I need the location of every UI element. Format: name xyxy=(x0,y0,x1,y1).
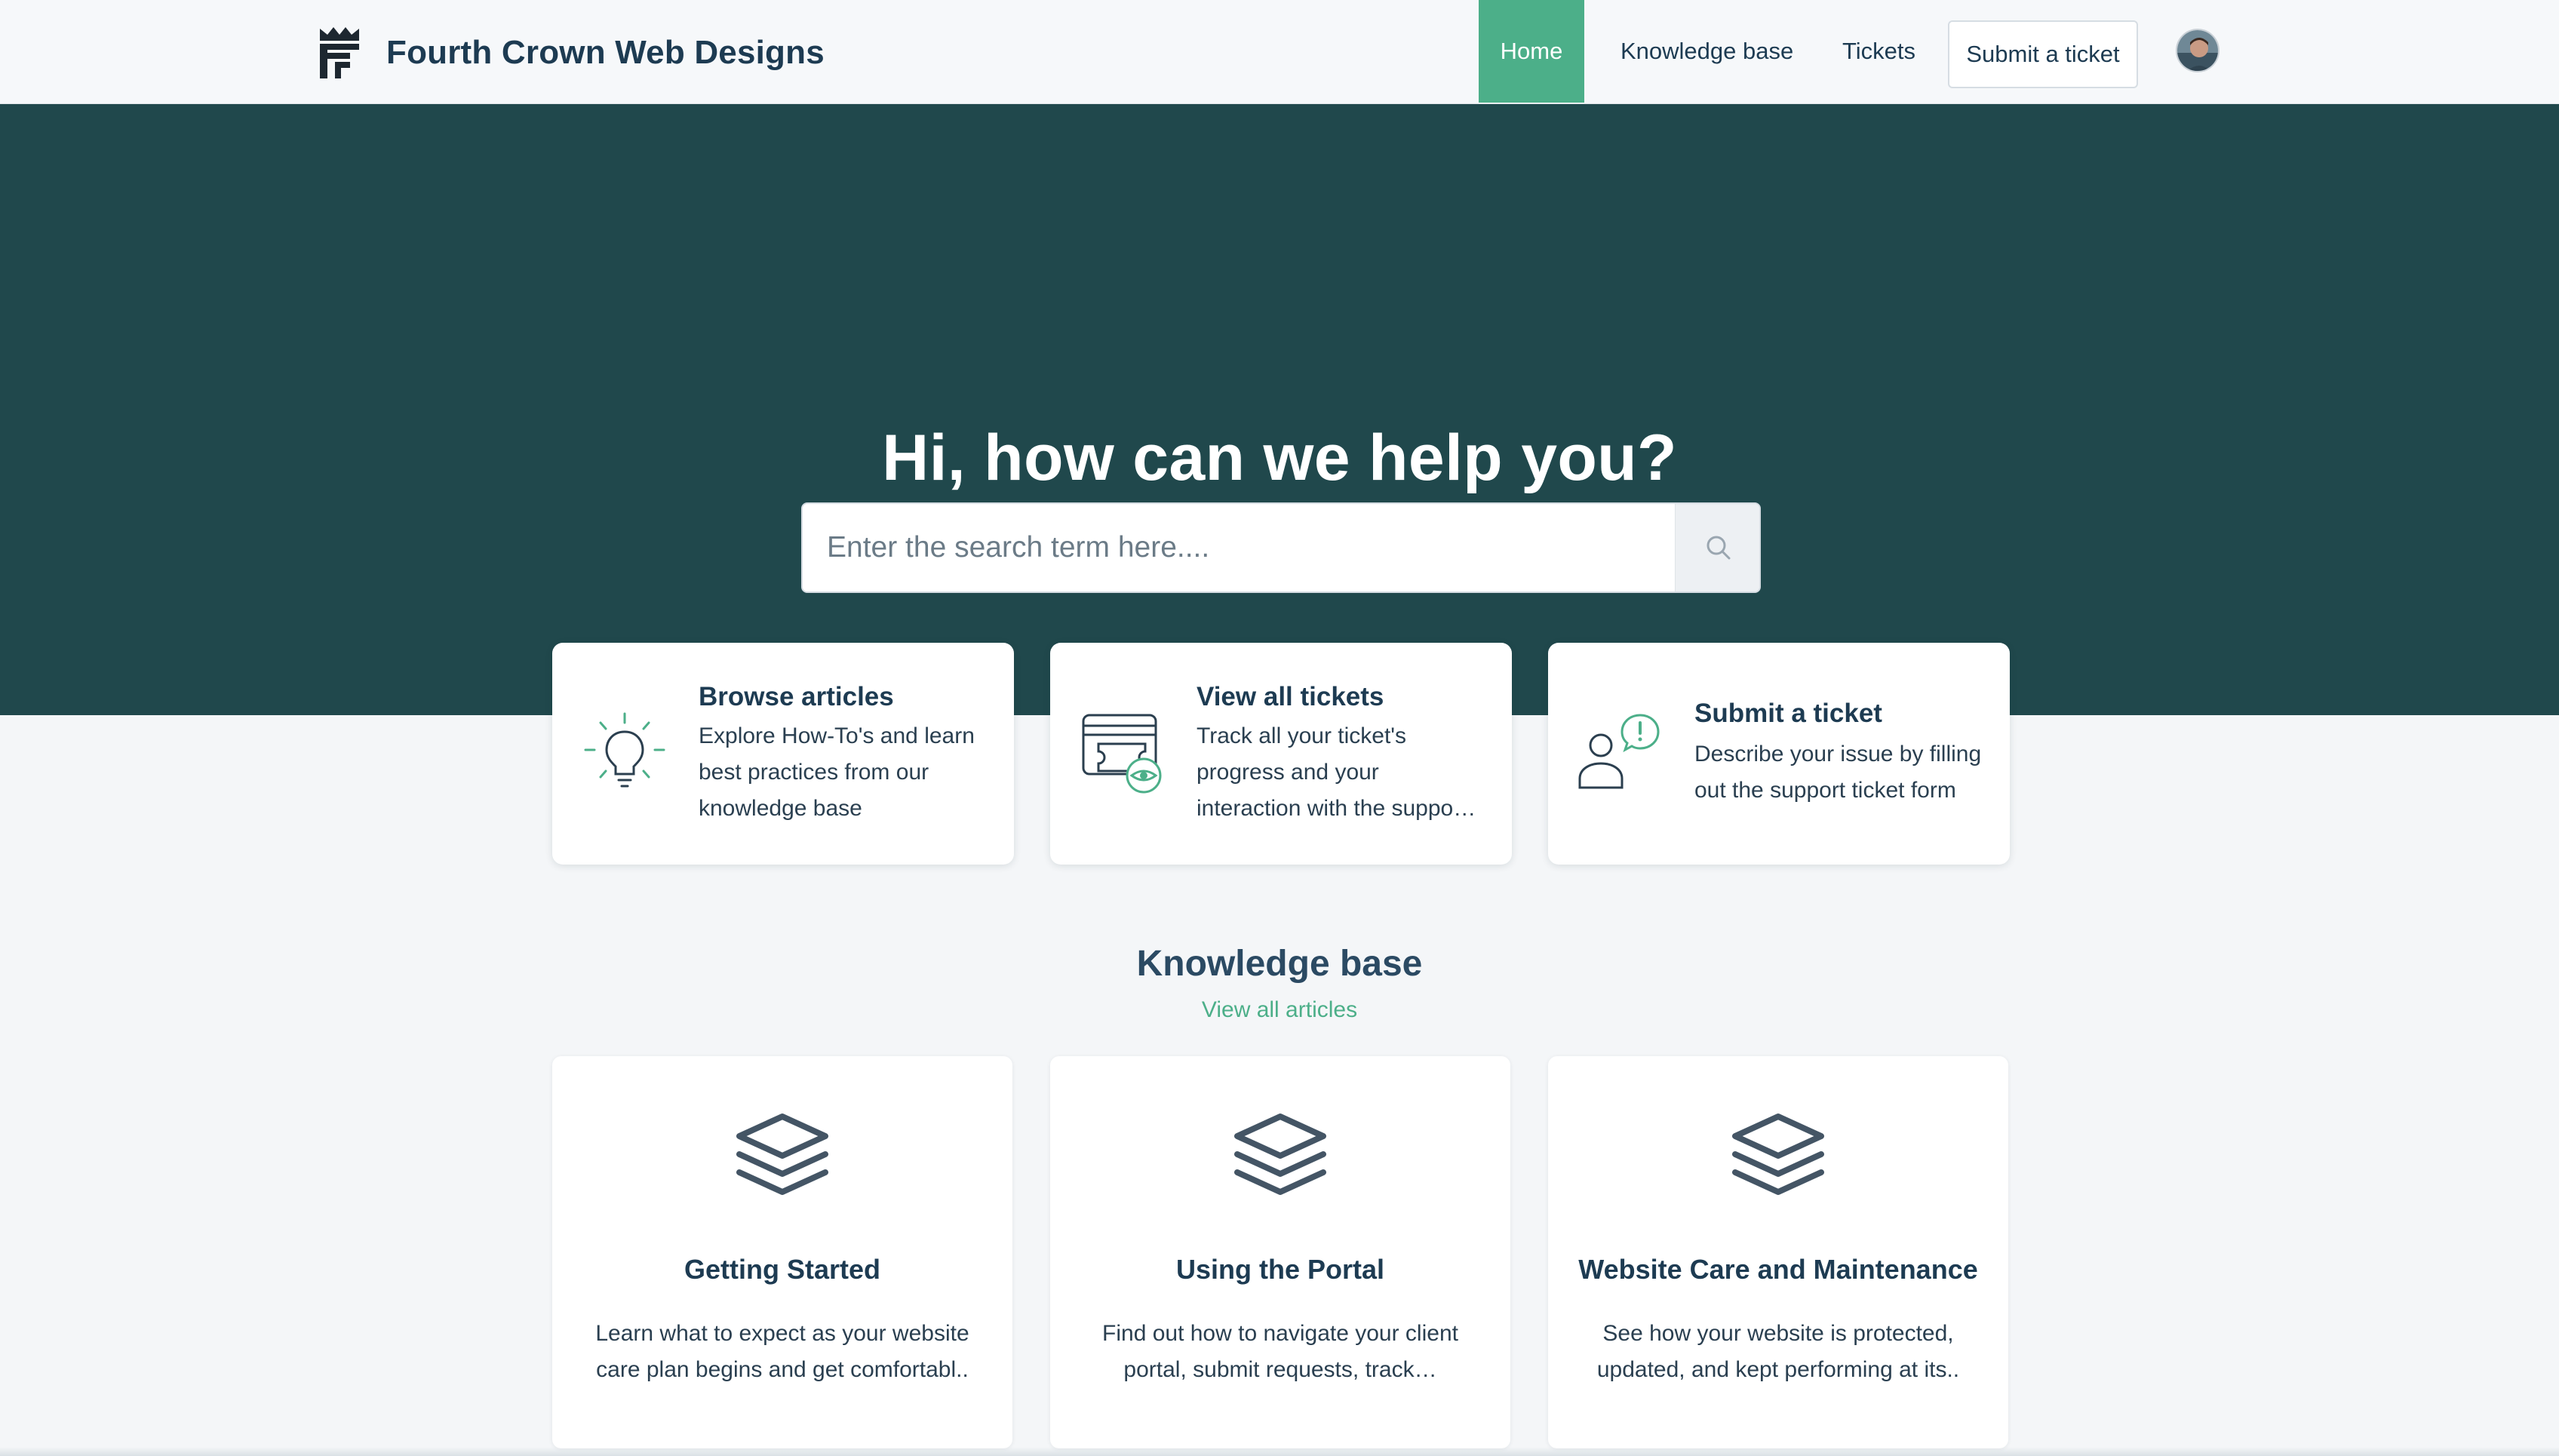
kb-description-line: See how your website is protected, xyxy=(1602,1321,1954,1346)
card-description: Track all your ticket's progress and you… xyxy=(1197,718,1498,827)
knowledge-base-title: Knowledge base xyxy=(1136,944,1423,984)
top-header: Fourth Crown Web Designs Home Knowledge … xyxy=(0,0,2559,104)
kb-description-line: updated, and kept performing at its.. xyxy=(1596,1357,1960,1382)
nav-tickets[interactable]: Tickets xyxy=(1842,0,1915,103)
search-button[interactable] xyxy=(1675,504,1759,591)
view-tickets-card[interactable]: View all tickets Track all your ticket's… xyxy=(1050,643,1512,865)
submit-ticket-card[interactable]: Submit a ticket Describe your issue by f… xyxy=(1548,643,2010,865)
kb-category-description: Find out how to navigate your client por… xyxy=(1088,1316,1473,1388)
kb-category-description: See how your website is protected, updat… xyxy=(1586,1316,1971,1388)
avatar-image xyxy=(2177,30,2218,71)
kb-description-line: Find out how to navigate your client xyxy=(1102,1321,1458,1346)
kb-category-card[interactable]: Getting Started Learn what to expect as … xyxy=(552,1056,1012,1448)
crown-logo-icon xyxy=(320,27,359,78)
kb-category-title: Website Care and Maintenance xyxy=(1578,1254,1978,1285)
brand[interactable]: Fourth Crown Web Designs xyxy=(317,23,825,83)
user-avatar[interactable] xyxy=(2176,29,2220,72)
nav-home[interactable]: Home xyxy=(1479,0,1584,103)
layers-icon xyxy=(1732,1114,1824,1195)
card-description: Explore How-To's and learn best practice… xyxy=(699,723,975,821)
kb-description-line: Learn what to expect as your website xyxy=(595,1321,969,1346)
search-bar xyxy=(801,502,1761,593)
kb-category-title: Getting Started xyxy=(684,1254,880,1285)
card-title: Browse articles xyxy=(699,682,894,711)
nav-knowledge-base[interactable]: Knowledge base xyxy=(1620,0,1793,103)
card-title: View all tickets xyxy=(1197,682,1384,711)
search-icon xyxy=(1707,536,1730,560)
kb-description-line: care plan begins and get comfortabl.. xyxy=(596,1357,969,1382)
hero-banner: Hi, how can we help you? xyxy=(0,104,2559,715)
card-description-line: progress and your xyxy=(1197,760,1379,785)
kb-description-line: portal, submit requests, track… xyxy=(1123,1357,1437,1382)
layers-icon xyxy=(736,1114,828,1195)
kb-category-card[interactable]: Website Care and Maintenance See how you… xyxy=(1548,1056,2008,1448)
browse-articles-card[interactable]: Browse articles Explore How-To's and lea… xyxy=(552,643,1014,865)
card-description: Describe your issue by filling out the s… xyxy=(1694,742,1982,803)
kb-category-card[interactable]: Using the Portal Find out how to navigat… xyxy=(1050,1056,1510,1448)
card-title: Submit a ticket xyxy=(1694,699,1882,728)
layers-icon xyxy=(1234,1114,1326,1195)
kb-category-title: Using the Portal xyxy=(1175,1254,1385,1285)
view-all-articles-link[interactable]: View all articles xyxy=(0,997,2559,1023)
lightbulb-icon xyxy=(584,712,665,788)
kb-category-description: Learn what to expect as your website car… xyxy=(590,1316,975,1388)
brand-name: Fourth Crown Web Designs xyxy=(386,34,825,71)
search-input[interactable] xyxy=(803,504,1675,591)
page-bottom-shadow xyxy=(0,1447,2559,1456)
tickets-view-icon xyxy=(1082,714,1162,794)
card-description-line: interaction with the suppo… xyxy=(1197,796,1476,821)
person-alert-icon xyxy=(1578,714,1660,789)
submit-ticket-button[interactable]: Submit a ticket xyxy=(1948,20,2138,88)
card-description-line: Track all your ticket's xyxy=(1197,723,1407,748)
hero-title: Hi, how can we help you? xyxy=(882,422,1677,494)
